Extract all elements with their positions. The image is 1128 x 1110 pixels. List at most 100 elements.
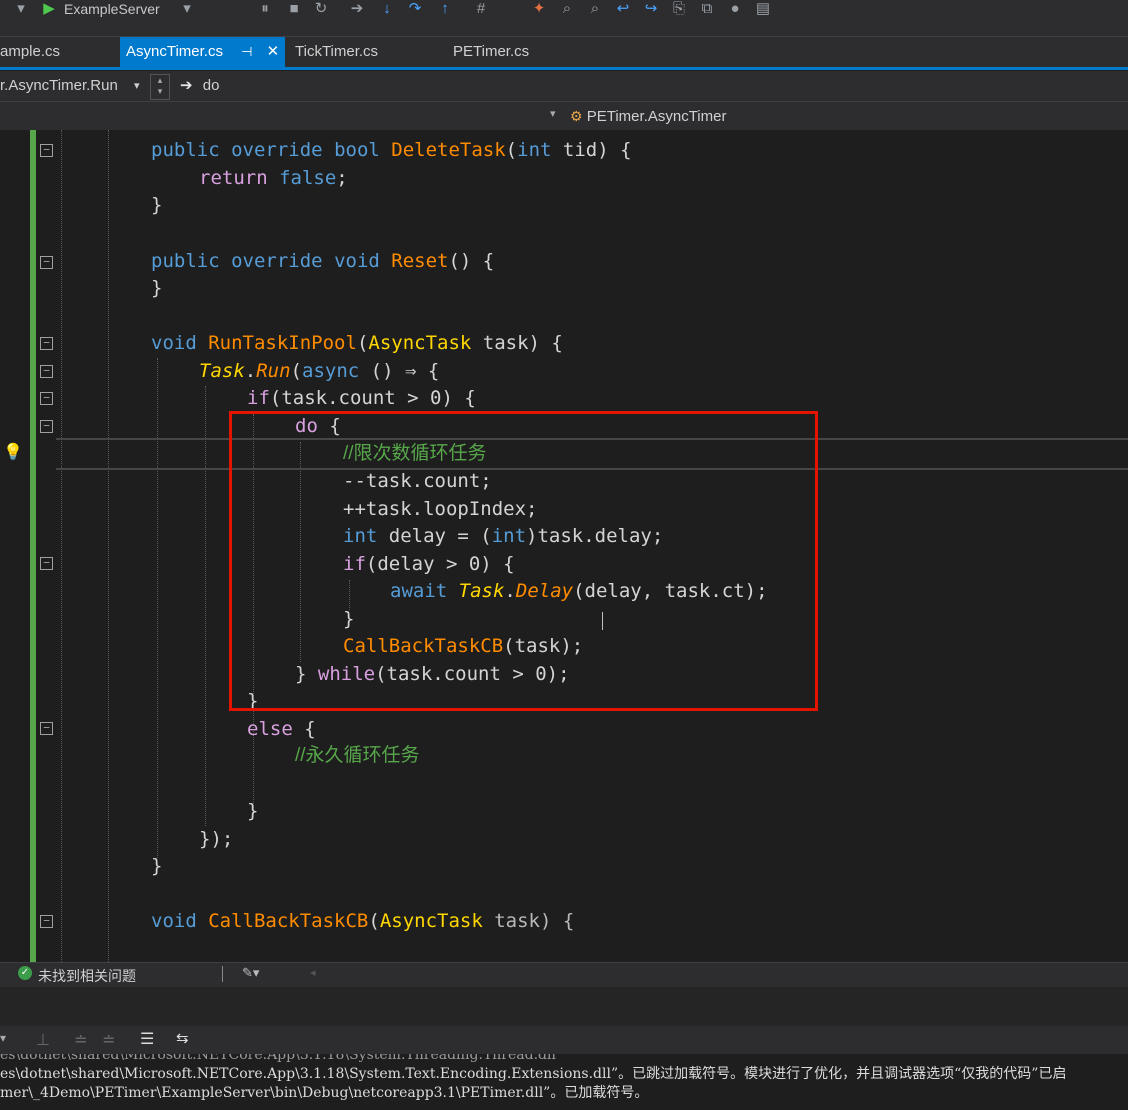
code-line: }: [151, 194, 163, 216]
hex-icon[interactable]: #: [470, 0, 492, 20]
output-line: es\dotnet\shared\Microsoft.NETCore.App\3…: [0, 1054, 556, 1063]
search-icon[interactable]: ⌕: [584, 0, 606, 20]
collapse-icon[interactable]: −: [40, 722, 53, 735]
scope-dropdown[interactable]: ➔ do: [180, 74, 219, 98]
bookmark-icon[interactable]: ⎘: [668, 0, 690, 20]
keyword: void: [151, 910, 197, 932]
member-dropdown[interactable]: r.AsyncTimer.Run ▾: [0, 74, 146, 98]
keyword: public: [151, 250, 220, 272]
method-name: Run: [256, 360, 291, 382]
spin-button[interactable]: ▴ ▾: [150, 74, 170, 100]
previous-message-icon[interactable]: ≐: [74, 1030, 87, 1050]
type-name: Task: [199, 360, 245, 382]
divider: [222, 966, 223, 982]
navigate-back-icon[interactable]: ↩: [612, 0, 634, 20]
code-line: return false;: [199, 164, 348, 192]
tab-asynctimer[interactable]: AsyncTimer.cs ⊣ ✕: [120, 37, 286, 67]
collapse-icon[interactable]: −: [40, 365, 53, 378]
restart-icon[interactable]: ↻: [310, 0, 332, 20]
keyword: if: [247, 387, 270, 409]
step-out-icon[interactable]: ↑: [434, 0, 456, 20]
output-panel[interactable]: es\dotnet\shared\Microsoft.NETCore.App\3…: [0, 1054, 1128, 1110]
pin-icon[interactable]: ⊣: [241, 37, 252, 67]
collapse-icon[interactable]: −: [40, 392, 53, 405]
tab-label: PETimer.cs: [453, 43, 530, 60]
diagnostics-icon[interactable]: ✦: [528, 0, 550, 20]
output-toolbar: ▾ ⊥ ≐ ≐ ☰ ⇆: [0, 1026, 1128, 1054]
copy-icon[interactable]: ⧉: [696, 0, 718, 20]
find-icon[interactable]: ⌕: [556, 0, 578, 20]
collapse-icon[interactable]: −: [40, 420, 53, 433]
run-icon[interactable]: ▶: [38, 0, 60, 20]
member-dropdown-label: r.AsyncTimer.Run: [0, 77, 118, 94]
step-into-icon[interactable]: ↓: [376, 0, 398, 20]
collapse-icon[interactable]: −: [40, 915, 53, 928]
close-icon[interactable]: ✕: [267, 37, 280, 67]
pause-icon[interactable]: ⏸: [254, 0, 276, 20]
issues-status[interactable]: 未找到相关问题: [38, 966, 136, 986]
clear-all-icon[interactable]: ☰: [140, 1029, 154, 1049]
editor-status-bar: ✓ 未找到相关问题 ✎▾ ◂: [0, 962, 1128, 987]
stop-icon[interactable]: ■: [283, 0, 305, 20]
code-text: (: [356, 332, 369, 354]
code-text: task) {: [482, 910, 575, 932]
go-to-message-icon[interactable]: ⊥: [36, 1030, 50, 1050]
keyword: override: [231, 250, 323, 272]
check-icon: ✓: [18, 966, 32, 980]
code-text: (: [505, 139, 518, 161]
code-line: public override void Reset() {: [151, 247, 494, 275]
chevron-down-icon[interactable]: ▾: [0, 1031, 6, 1045]
collapse-icon[interactable]: −: [40, 144, 53, 157]
more-icon[interactable]: ▤: [752, 0, 774, 20]
next-message-icon[interactable]: ≐: [102, 1030, 115, 1050]
show-next-statement-icon[interactable]: ➔: [346, 0, 368, 20]
method-name: RunTaskInPool: [208, 332, 357, 354]
comment-icon[interactable]: ●: [724, 0, 746, 20]
code-line: Task.Run(async () ⇒ {: [199, 357, 439, 385]
code-text: ;: [336, 167, 348, 189]
keyword: public: [151, 139, 220, 161]
dropdown-arrow-icon[interactable]: ▾: [10, 0, 32, 20]
code-line: });: [199, 828, 234, 850]
tab-example[interactable]: ample.cs: [0, 37, 66, 67]
chevron-down-icon[interactable]: ▾: [176, 0, 198, 20]
lightbulb-icon[interactable]: 💡: [3, 442, 23, 462]
code-text: (task.count > 0) {: [269, 387, 476, 409]
tab-petimer[interactable]: PETimer.cs: [447, 37, 535, 67]
indent-guide: [61, 130, 62, 962]
chevron-down-icon: ▾: [134, 80, 140, 92]
indent-guide: [108, 130, 109, 962]
method-name: Reset: [391, 250, 449, 272]
arrow-right-icon: ➔: [180, 77, 193, 94]
collapse-icon[interactable]: −: [40, 557, 53, 570]
navigation-bar: r.AsyncTimer.Run ▾ ▴ ▾ ➔ do: [0, 71, 1128, 102]
collapse-icon[interactable]: −: [40, 337, 53, 350]
code-line: }: [151, 855, 163, 877]
code-line: }: [151, 277, 163, 299]
code-text: {: [292, 718, 316, 740]
tab-ticktimer[interactable]: TickTimer.cs: [289, 37, 384, 67]
collapse-icon[interactable]: −: [40, 256, 53, 269]
keyword: int: [517, 139, 552, 161]
main-toolbar: ▾ ▶ ExampleServer ▾ ⏸ ■ ↻ ➔ ↓ ↷ ↑ # ✦ ⌕ …: [0, 0, 1128, 37]
scroll-left-icon[interactable]: ◂: [310, 966, 316, 979]
code-editor[interactable]: − − − − − − − − − public override bool D…: [0, 130, 1128, 962]
navigate-forward-icon[interactable]: ↪: [640, 0, 662, 20]
indent-guide: [157, 358, 158, 858]
code-line: if(task.count > 0) {: [247, 384, 476, 412]
brush-icon[interactable]: ✎▾: [242, 965, 259, 981]
keyword: bool: [334, 139, 380, 161]
code-comment: //永久循环任务: [295, 745, 420, 766]
code-line: public override bool DeleteTask(int tid)…: [151, 136, 632, 164]
chevron-down-icon[interactable]: ▾: [550, 107, 556, 120]
class-dropdown[interactable]: ⚙ PETimer.AsyncTimer: [570, 104, 726, 128]
highlight-box: [229, 411, 818, 711]
class-icon: ⚙: [570, 108, 583, 124]
run-target-label[interactable]: ExampleServer: [64, 0, 160, 18]
keyword: false: [279, 167, 337, 189]
keyword: override: [231, 139, 323, 161]
code-text: task) {: [471, 332, 563, 354]
word-wrap-icon[interactable]: ⇆: [176, 1029, 189, 1047]
class-navigation-bar: ▾ ⚙ PETimer.AsyncTimer: [0, 102, 1128, 131]
step-over-icon[interactable]: ↷: [404, 0, 426, 20]
